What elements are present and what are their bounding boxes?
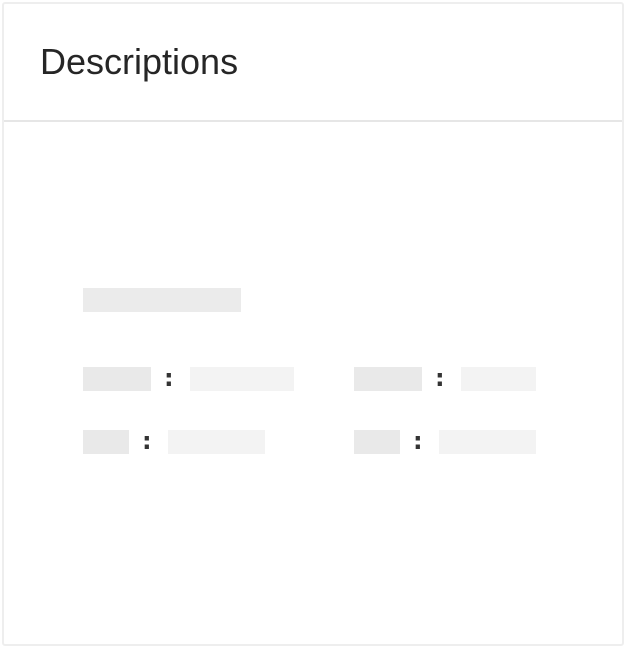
skeleton-value-placeholder bbox=[461, 367, 536, 391]
card-header: Descriptions bbox=[4, 4, 622, 122]
card-title: Descriptions bbox=[40, 41, 239, 82]
skeleton-value-placeholder bbox=[168, 430, 265, 454]
skeleton-colon: : bbox=[413, 427, 423, 455]
skeleton-value-placeholder bbox=[190, 367, 294, 391]
skeleton-key-placeholder bbox=[83, 367, 151, 391]
skeleton-title-placeholder bbox=[83, 288, 241, 312]
descriptions-card: Descriptions bbox=[2, 2, 624, 646]
skeleton-colon: : bbox=[142, 427, 152, 455]
skeleton-key-placeholder bbox=[354, 430, 400, 454]
skeleton-colon: : bbox=[164, 364, 174, 392]
skeleton-key-placeholder bbox=[83, 430, 129, 454]
skeleton-key-placeholder bbox=[354, 367, 422, 391]
skeleton-value-placeholder bbox=[439, 430, 536, 454]
skeleton-colon: : bbox=[435, 364, 445, 392]
